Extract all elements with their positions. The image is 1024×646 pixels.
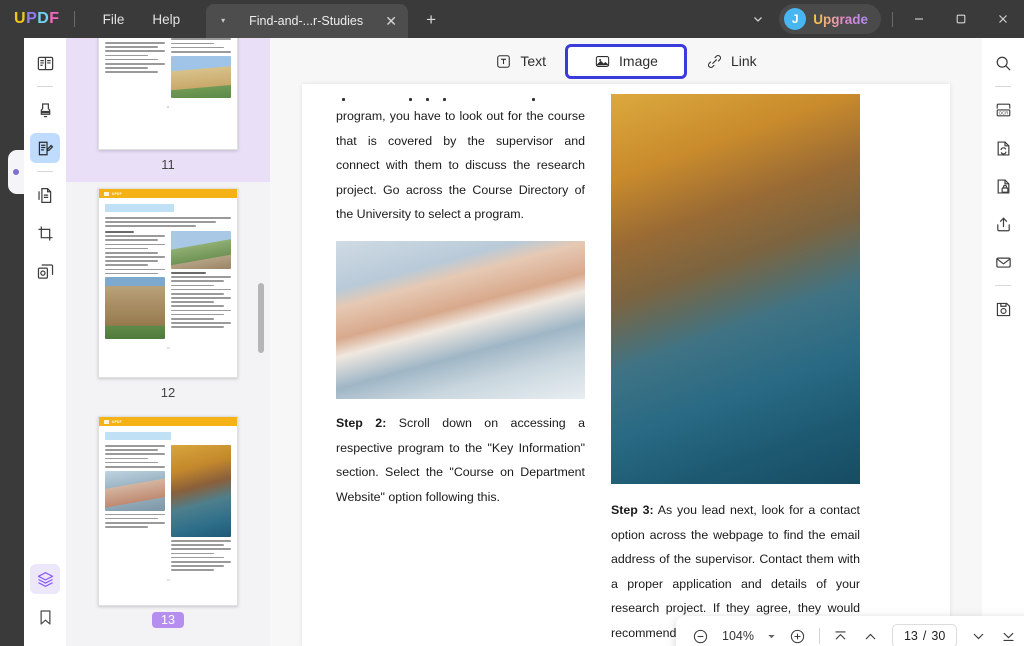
thumbnail-page-number: 11 xyxy=(152,156,184,173)
tab-text[interactable]: Text xyxy=(476,41,565,82)
minimize-button[interactable] xyxy=(898,0,940,38)
document-tab[interactable]: ▾ Find-and-...r-Studies ✕ xyxy=(206,4,408,38)
save-icon[interactable] xyxy=(988,294,1018,324)
page-columns: program, you have to look out for the co… xyxy=(302,84,950,646)
page-right-column: Step 3: As you lead next, look for a con… xyxy=(611,94,860,646)
zoom-out-button[interactable] xyxy=(686,622,714,646)
menu-help[interactable]: Help xyxy=(138,6,194,33)
titlebar-right-group: J Upgrade xyxy=(743,0,1024,38)
tab-list-chevron-icon[interactable] xyxy=(743,4,773,34)
rail-divider xyxy=(995,86,1011,87)
chevron-down-icon[interactable]: ▾ xyxy=(214,17,232,25)
maximize-button[interactable] xyxy=(940,0,982,38)
sidebar-item-edit-pdf[interactable] xyxy=(30,133,60,163)
tab-link-label: Link xyxy=(731,53,757,69)
thumbnail-item[interactable]: UPDF xyxy=(66,182,270,410)
logo-letter-u: U xyxy=(14,10,26,28)
window-divider xyxy=(892,12,893,27)
zoom-level-value[interactable]: 104% xyxy=(716,629,760,643)
panel-collapse-handle[interactable] xyxy=(8,150,24,194)
step3-label: Step 3: xyxy=(611,503,654,517)
clipped-text-row xyxy=(336,94,585,104)
page-number-input[interactable]: 13 / 30 xyxy=(892,624,957,646)
lock-document-icon[interactable] xyxy=(988,171,1018,201)
sidebar-item-bookmarks[interactable] xyxy=(30,602,60,632)
logo-letter-d: D xyxy=(37,10,49,28)
logo-letter-p: P xyxy=(26,10,37,28)
thumbnail-page-preview: UPDF xyxy=(98,416,238,606)
thumbnail-page-preview: UPDF xyxy=(98,188,238,378)
workspace: 11 11 UPDF xyxy=(0,38,1024,646)
sidebar-item-layers[interactable] xyxy=(30,564,60,594)
share-upload-icon[interactable] xyxy=(988,209,1018,239)
left-tool-rail xyxy=(24,38,66,646)
close-icon[interactable]: ✕ xyxy=(380,10,402,32)
tab-text-label: Text xyxy=(520,53,546,69)
image-icon xyxy=(594,53,611,70)
document-view: Text Image xyxy=(270,38,982,646)
convert-icon[interactable] xyxy=(988,133,1018,163)
page-separator: / xyxy=(923,629,926,643)
title-bar: U P D F File Help ▾ Find-and-...r-Studie… xyxy=(0,0,1024,38)
sidebar-item-reader-mode[interactable] xyxy=(30,48,60,78)
current-page-value: 13 xyxy=(904,629,918,643)
mail-icon[interactable] xyxy=(988,247,1018,277)
page-thumbnails-panel[interactable]: 11 11 UPDF xyxy=(66,38,270,646)
paragraph-program: program, you have to look out for the co… xyxy=(336,104,585,227)
link-icon xyxy=(706,53,723,70)
text-box-icon xyxy=(495,53,512,70)
thumbnail-page-number: 12 xyxy=(152,384,184,401)
thumbnail-page-number-current: 13 xyxy=(152,612,184,628)
svg-text:OCR: OCR xyxy=(998,110,1008,115)
logo-letter-f: F xyxy=(49,10,59,28)
updf-application-window: U P D F File Help ▾ Find-and-...r-Studie… xyxy=(0,0,1024,646)
thumbnail-item[interactable]: UPDF xyxy=(66,410,270,637)
upgrade-label: Upgrade xyxy=(813,12,868,27)
tab-image[interactable]: Image xyxy=(565,44,687,79)
rail-divider xyxy=(37,86,53,87)
document-tab-title: Find-and-...r-Studies xyxy=(232,14,380,28)
pdf-page[interactable]: program, you have to look out for the co… xyxy=(302,84,950,646)
last-page-button[interactable] xyxy=(994,622,1022,646)
sidebar-item-organize-pages[interactable] xyxy=(30,180,60,210)
photo-bridge-river xyxy=(611,94,860,484)
thumbnail-scrollbar[interactable] xyxy=(258,283,264,353)
tab-strip: ▾ Find-and-...r-Studies ✕ + xyxy=(206,0,446,38)
total-pages-value: 30 xyxy=(931,629,945,643)
ocr-icon[interactable]: OCR xyxy=(988,95,1018,125)
search-icon[interactable] xyxy=(988,48,1018,78)
rail-divider xyxy=(37,171,53,172)
close-window-button[interactable] xyxy=(982,0,1024,38)
right-tool-rail: OCR xyxy=(982,38,1024,646)
thumbnail-page-preview: 11 xyxy=(98,38,238,150)
sidebar-item-crop-page[interactable] xyxy=(30,218,60,248)
tab-link[interactable]: Link xyxy=(687,41,776,82)
page-navigation-toolbar: 104% xyxy=(676,616,1024,646)
upgrade-button[interactable]: J Upgrade xyxy=(779,4,881,34)
step2-label: Step 2: xyxy=(336,416,386,430)
panel-collapse-rail xyxy=(0,38,24,646)
updf-logo: U P D F xyxy=(14,10,60,28)
new-tab-button[interactable]: + xyxy=(416,5,446,35)
thumbnail-item[interactable]: 11 11 xyxy=(66,38,270,182)
sidebar-item-batch-process[interactable] xyxy=(30,256,60,286)
menu-file[interactable]: File xyxy=(89,6,139,33)
edit-mode-toolbar: Text Image xyxy=(270,38,982,84)
left-rail-bottom-group xyxy=(30,560,60,646)
prev-page-button[interactable] xyxy=(857,622,885,646)
next-page-button[interactable] xyxy=(964,622,992,646)
paragraph-step2: Step 2: Scroll down on accessing a respe… xyxy=(336,411,585,509)
rail-divider xyxy=(995,285,1011,286)
tab-image-label: Image xyxy=(619,53,658,69)
titlebar-divider xyxy=(74,11,75,27)
nav-divider xyxy=(819,628,820,644)
photo-students-laptop xyxy=(336,241,585,399)
page-left-column: program, you have to look out for the co… xyxy=(336,94,585,646)
zoom-dropdown-icon[interactable] xyxy=(762,624,782,646)
zoom-in-button[interactable] xyxy=(784,622,812,646)
sidebar-item-annotate[interactable] xyxy=(30,95,60,125)
first-page-button[interactable] xyxy=(827,622,855,646)
thumbnail-list: 11 11 UPDF xyxy=(66,38,270,637)
avatar: J xyxy=(784,8,806,30)
